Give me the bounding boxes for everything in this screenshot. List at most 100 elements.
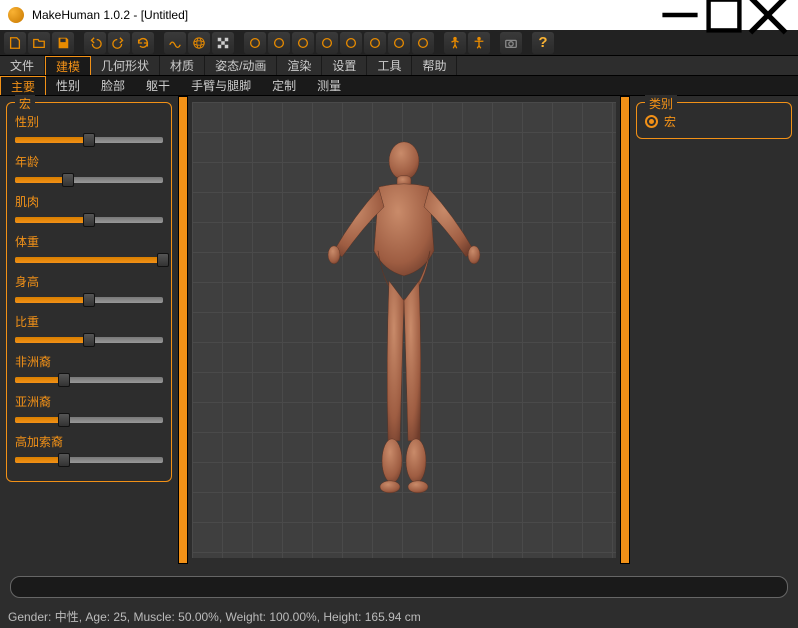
left-panel: 宏 性别年龄肌肉体重身高比重非洲裔亚洲裔高加索裔	[0, 96, 178, 564]
param-row: 亚洲裔	[15, 393, 163, 427]
category-option-label: 宏	[664, 113, 676, 130]
main-area: 宏 性别年龄肌肉体重身高比重非洲裔亚洲裔高加索裔	[0, 96, 798, 564]
main-menu-item[interactable]: 几何形状	[91, 56, 160, 75]
smooth-button[interactable]	[164, 32, 186, 54]
param-label: 肌肉	[15, 193, 163, 210]
param-slider[interactable]	[15, 133, 163, 147]
sub-menu-item[interactable]: 脸部	[91, 76, 136, 95]
macro-panel: 宏 性别年龄肌肉体重身高比重非洲裔亚洲裔高加索裔	[6, 102, 172, 482]
category-panel-title: 类别	[645, 95, 677, 112]
camera-button[interactable]	[500, 32, 522, 54]
toolbar-separator	[236, 32, 242, 54]
bottom-bar	[0, 570, 798, 604]
cam-ortho-button[interactable]	[412, 32, 434, 54]
sub-menu-item[interactable]: 手臂与腿脚	[181, 76, 262, 95]
main-menu-item[interactable]: 姿态/动画	[205, 56, 277, 75]
status-height-value: 165.94 cm	[365, 610, 421, 624]
sub-menu-item[interactable]: 躯干	[136, 76, 181, 95]
param-row: 体重	[15, 233, 163, 267]
param-label: 亚洲裔	[15, 393, 163, 410]
param-label: 比重	[15, 313, 163, 330]
cam-back-button[interactable]	[268, 32, 290, 54]
search-input[interactable]	[10, 576, 788, 598]
status-muscle-label: Muscle:	[133, 610, 174, 624]
checker-button[interactable]	[212, 32, 234, 54]
param-row: 性别	[15, 113, 163, 147]
param-row: 身高	[15, 273, 163, 307]
param-label: 身高	[15, 273, 163, 290]
maximize-button[interactable]	[702, 0, 746, 30]
status-muscle-value: 50.00%	[178, 610, 219, 624]
status-height-label: Height:	[323, 610, 361, 624]
cam-top-button[interactable]	[340, 32, 362, 54]
main-menu-item[interactable]: 渲染	[277, 56, 322, 75]
app-logo-icon	[8, 7, 24, 23]
sub-menu: 主要性别脸部躯干手臂与腿脚定制测量	[0, 76, 798, 96]
param-slider[interactable]	[15, 413, 163, 427]
viewport-wrap	[178, 96, 630, 564]
window-title: MakeHuman 1.0.2 - [Untitled]	[32, 8, 658, 22]
param-row: 肌肉	[15, 193, 163, 227]
status-weight-label: Weight:	[226, 610, 266, 624]
undo-button[interactable]	[84, 32, 106, 54]
param-label: 性别	[15, 113, 163, 130]
redo-button[interactable]	[108, 32, 130, 54]
viewport-3d[interactable]	[192, 102, 616, 558]
main-menu-item[interactable]: 材质	[160, 56, 205, 75]
status-weight-value: 100.00%	[269, 610, 316, 624]
main-menu-item[interactable]: 帮助	[412, 56, 457, 75]
param-label: 年龄	[15, 153, 163, 170]
radio-selected-icon	[645, 115, 658, 128]
main-menu-item[interactable]: 建模	[45, 56, 91, 75]
viewport-scrollbar-right[interactable]	[620, 96, 630, 564]
open-file-button[interactable]	[28, 32, 50, 54]
wireframe-button[interactable]	[188, 32, 210, 54]
status-gender-value: 中性	[55, 610, 79, 624]
param-slider[interactable]	[15, 253, 163, 267]
save-file-button[interactable]	[52, 32, 74, 54]
sub-menu-item[interactable]: 定制	[262, 76, 307, 95]
refresh-button[interactable]	[132, 32, 154, 54]
pose-a-button[interactable]	[444, 32, 466, 54]
titlebar: MakeHuman 1.0.2 - [Untitled]	[0, 0, 798, 30]
param-row: 非洲裔	[15, 353, 163, 387]
toolbar-separator	[524, 32, 530, 54]
cam-persp-button[interactable]	[388, 32, 410, 54]
sub-menu-item[interactable]: 性别	[46, 76, 91, 95]
cam-left-button[interactable]	[292, 32, 314, 54]
toolbar-separator	[492, 32, 498, 54]
cam-bottom-button[interactable]	[364, 32, 386, 54]
viewport-scrollbar-left[interactable]	[178, 96, 188, 564]
main-menu-item[interactable]: 设置	[322, 56, 367, 75]
status-age-label: Age:	[85, 610, 110, 624]
status-age-value: 25	[113, 610, 126, 624]
minimize-button[interactable]	[658, 0, 702, 30]
toolbar-separator	[76, 32, 82, 54]
param-slider[interactable]	[15, 213, 163, 227]
main-menu-item[interactable]: 文件	[0, 56, 45, 75]
category-panel: 类别 宏	[636, 102, 792, 139]
param-label: 体重	[15, 233, 163, 250]
param-label: 非洲裔	[15, 353, 163, 370]
param-slider[interactable]	[15, 173, 163, 187]
sub-menu-item[interactable]: 主要	[0, 76, 46, 95]
param-slider[interactable]	[15, 333, 163, 347]
param-slider[interactable]	[15, 373, 163, 387]
param-row: 高加索裔	[15, 433, 163, 467]
close-button[interactable]	[746, 0, 790, 30]
param-row: 比重	[15, 313, 163, 347]
status-bar: Gender: 中性, Age: 25, Muscle: 50.00%, Wei…	[0, 604, 798, 628]
param-slider[interactable]	[15, 293, 163, 307]
pose-t-button[interactable]	[468, 32, 490, 54]
new-file-button[interactable]	[4, 32, 26, 54]
sub-menu-item[interactable]: 测量	[307, 76, 352, 95]
param-slider[interactable]	[15, 453, 163, 467]
toolbar-separator	[156, 32, 162, 54]
main-menu-item[interactable]: 工具	[367, 56, 412, 75]
cam-front-button[interactable]	[244, 32, 266, 54]
category-option-macro[interactable]: 宏	[645, 113, 783, 130]
help-button[interactable]: ?	[532, 32, 554, 54]
main-menu: 文件建模几何形状材质姿态/动画渲染设置工具帮助	[0, 56, 798, 76]
param-label: 高加索裔	[15, 433, 163, 450]
cam-right-button[interactable]	[316, 32, 338, 54]
